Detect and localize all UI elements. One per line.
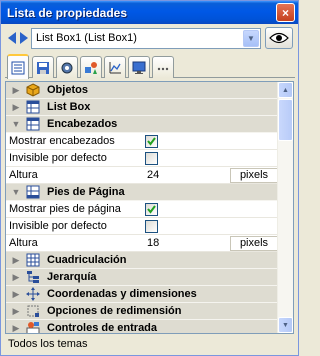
property-row: Invisible por defecto	[6, 218, 278, 235]
tab-more[interactable]	[152, 56, 174, 78]
chevron-down-icon[interactable]: ▼	[243, 30, 259, 47]
property-label: Altura	[9, 237, 38, 249]
category-label: Controles de entrada	[47, 322, 158, 334]
monitor-icon	[132, 61, 146, 74]
property-row: Altura 18 pixels	[6, 235, 278, 252]
footer-height-unit-button[interactable]: pixels	[230, 236, 278, 251]
object-selector-row: List Box1 (List Box1) ▼	[1, 25, 298, 51]
tab-monitor[interactable]	[128, 56, 150, 78]
category-pies-de-pagina[interactable]: ▼ Pies de Página	[6, 184, 278, 201]
eye-icon	[269, 32, 289, 44]
category-label: Cuadriculación	[47, 254, 127, 266]
category-label: Coordenadas y dimensiones	[47, 288, 197, 300]
tab-property-list[interactable]	[7, 54, 29, 79]
category-list-box[interactable]: ▶ List Box	[6, 99, 278, 116]
collapse-arrow-icon[interactable]: ▼	[9, 119, 23, 129]
property-row: Mostrar encabezados	[6, 133, 278, 150]
expand-arrow-icon[interactable]: ▶	[9, 255, 23, 266]
tab-graph[interactable]	[104, 56, 126, 78]
category-cuadriculacion[interactable]: ▶ Cuadriculación	[6, 252, 278, 269]
scroll-thumb[interactable]	[278, 99, 293, 141]
header-height-unit-button[interactable]: pixels	[230, 168, 278, 183]
more-icon	[157, 67, 169, 70]
property-list-window: Lista de propiedades × List Box1 (List B…	[0, 0, 299, 356]
property-label: Invisible por defecto	[9, 152, 107, 164]
input-controls-icon	[25, 321, 41, 333]
property-list-icon	[11, 61, 25, 74]
header-height-value[interactable]: 24	[147, 169, 159, 181]
grid-icon	[25, 253, 41, 267]
checkmark-icon	[147, 205, 156, 214]
property-row: Mostrar pies de página	[6, 201, 278, 218]
tab-disk[interactable]	[32, 56, 54, 78]
move-arrows-icon	[25, 287, 41, 301]
status-text: Todos los temas	[8, 338, 88, 350]
status-bar: Todos los temas	[5, 336, 294, 353]
title-bar[interactable]: Lista de propiedades ×	[1, 1, 298, 24]
category-label: Objetos	[47, 84, 88, 96]
category-label: Opciones de redimensión	[47, 305, 182, 317]
property-label: Altura	[9, 169, 38, 181]
property-label: Mostrar pies de página	[9, 203, 121, 215]
category-jerarquia[interactable]: ▶ Jerarquía	[6, 269, 278, 286]
invisible-footers-checkbox[interactable]	[145, 220, 158, 233]
property-row: Invisible por defecto	[6, 150, 278, 167]
hierarchy-icon	[25, 270, 41, 284]
expand-arrow-icon[interactable]: ▶	[9, 323, 23, 334]
table-footer-icon	[25, 185, 41, 199]
category-objetos[interactable]: ▶ Objetos	[6, 82, 278, 99]
resize-icon	[25, 304, 41, 318]
category-encabezados[interactable]: ▼ Encabezados	[6, 116, 278, 133]
object-select-value: List Box1 (List Box1)	[36, 32, 137, 44]
navigate-arrows-icon[interactable]	[7, 31, 29, 45]
expand-arrow-icon[interactable]: ▶	[9, 272, 23, 283]
collapse-arrow-icon[interactable]: ▼	[9, 187, 23, 197]
expand-arrow-icon[interactable]: ▶	[9, 289, 23, 300]
category-redimension[interactable]: ▶ Opciones de redimensión	[6, 303, 278, 320]
expand-arrow-icon[interactable]: ▶	[9, 102, 23, 113]
property-row: Altura 24 pixels	[6, 167, 278, 184]
category-label: Jerarquía	[47, 271, 97, 283]
table-header-icon	[25, 117, 41, 131]
category-label: List Box	[47, 101, 91, 113]
cube-icon	[25, 83, 41, 97]
category-label: Encabezados	[47, 118, 118, 130]
category-coordenadas[interactable]: ▶ Coordenadas y dimensiones	[6, 286, 278, 303]
tab-shapes[interactable]	[80, 56, 102, 78]
eye-button[interactable]	[265, 27, 293, 49]
scroll-up-button[interactable]: ▲	[278, 82, 293, 98]
invisible-headers-checkbox[interactable]	[145, 152, 158, 165]
tab-gear[interactable]	[56, 56, 78, 78]
graph-icon	[109, 61, 121, 73]
show-headers-checkbox[interactable]	[145, 135, 158, 148]
table-icon	[25, 100, 41, 114]
show-footers-checkbox[interactable]	[145, 203, 158, 216]
window-title: Lista de propiedades	[7, 5, 128, 20]
disk-icon	[37, 61, 49, 74]
property-label: Invisible por defecto	[9, 220, 107, 232]
shapes-icon	[85, 61, 97, 74]
category-controles[interactable]: ▶ Controles de entrada	[6, 320, 278, 334]
expand-arrow-icon[interactable]: ▶	[9, 85, 23, 96]
close-button[interactable]: ×	[276, 3, 295, 22]
object-select[interactable]: List Box1 (List Box1) ▼	[31, 28, 261, 49]
property-tabs	[5, 54, 295, 79]
property-grid: ▶ Objetos ▶ List Box ▼ Encabezados Mostr…	[5, 81, 294, 334]
category-label: Pies de Página	[47, 186, 125, 198]
footer-height-value[interactable]: 18	[147, 237, 159, 249]
property-label: Mostrar encabezados	[9, 135, 115, 147]
vertical-scrollbar[interactable]: ▲ ▼	[277, 82, 293, 333]
checkmark-icon	[147, 137, 156, 146]
expand-arrow-icon[interactable]: ▶	[9, 306, 23, 317]
gear-icon	[61, 62, 73, 73]
scroll-down-button[interactable]: ▼	[278, 317, 293, 333]
